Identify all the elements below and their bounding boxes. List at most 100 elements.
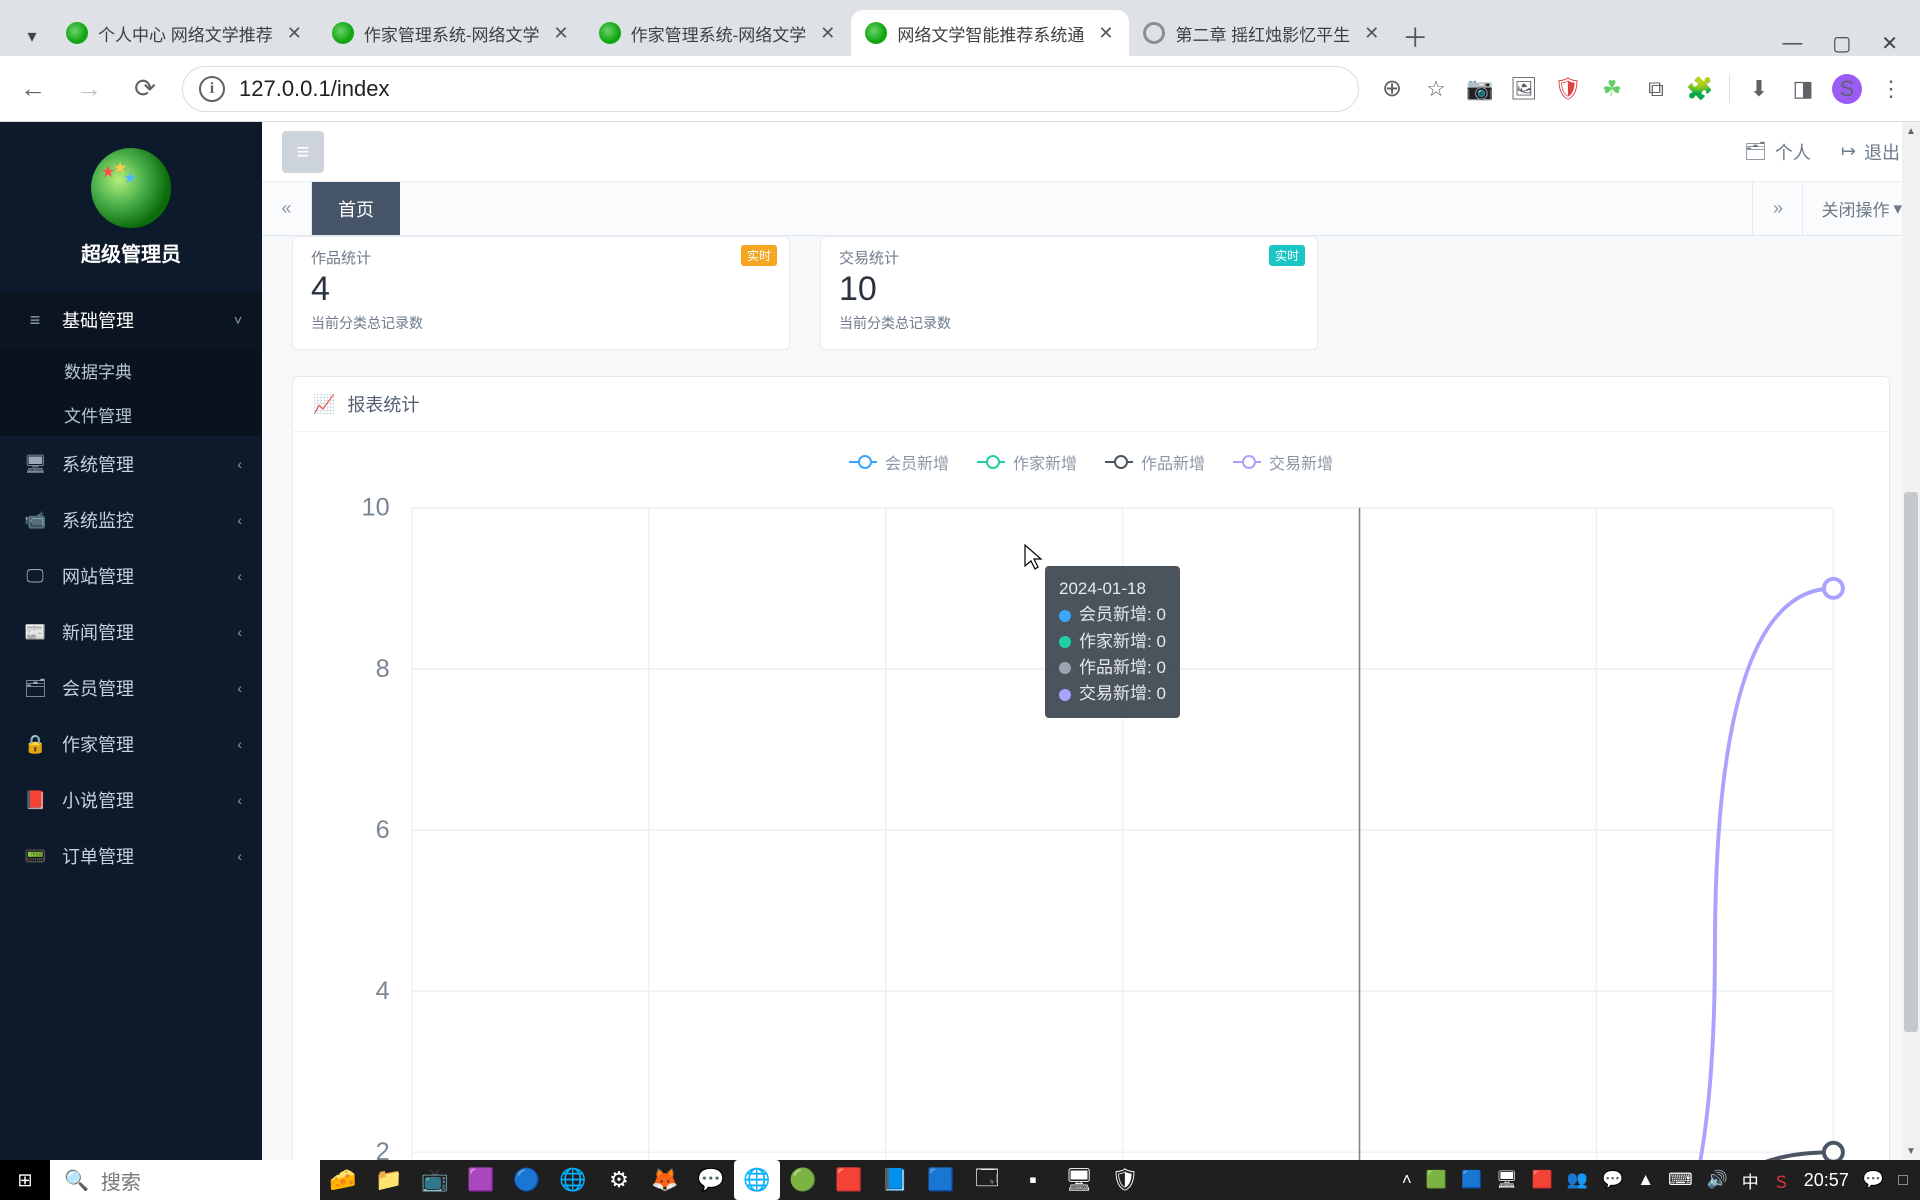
sidebar-item[interactable]: 🗂 会员管理 ‹ bbox=[0, 660, 262, 716]
tray-icon[interactable]: 🟦 bbox=[1461, 1170, 1482, 1190]
app-icon[interactable]: 🟥 bbox=[826, 1160, 872, 1200]
app-icon[interactable]: 🌐 bbox=[734, 1160, 780, 1200]
close-icon[interactable]: ✕ bbox=[554, 23, 569, 44]
close-icon[interactable]: ✕ bbox=[1364, 23, 1379, 44]
legend-item[interactable]: 会员新增 bbox=[849, 450, 949, 474]
forward-icon[interactable]: → bbox=[70, 70, 108, 108]
sidebar-item[interactable]: ≡ 基础管理 ˅ bbox=[0, 292, 262, 348]
ime-indicator[interactable]: 中 bbox=[1742, 1168, 1759, 1193]
tabs-dropdown-icon[interactable]: ▾ bbox=[12, 16, 52, 56]
legend-item[interactable]: 作家新增 bbox=[977, 450, 1077, 474]
taskbar-search[interactable]: 🔍 搜索 bbox=[50, 1160, 320, 1200]
app-icon[interactable]: 📺 bbox=[412, 1160, 458, 1200]
app-icon[interactable]: 🗔 bbox=[964, 1160, 1010, 1200]
browser-tab-active[interactable]: 网络文学智能推荐系统通 ✕ bbox=[851, 10, 1129, 56]
zoom-icon[interactable]: ⊕ bbox=[1377, 74, 1407, 104]
profile-link[interactable]: 🗂 个人 bbox=[1744, 139, 1811, 165]
tray-chevron-icon[interactable]: ˄ bbox=[1402, 1170, 1412, 1190]
app-icon[interactable]: 🟦 bbox=[918, 1160, 964, 1200]
tab-home[interactable]: 首页 bbox=[312, 182, 400, 235]
app-icon[interactable]: 🦊 bbox=[642, 1160, 688, 1200]
sidebar-item[interactable]: 📹 系统监控 ‹ bbox=[0, 492, 262, 548]
maximize-icon[interactable]: ▢ bbox=[1832, 31, 1851, 56]
close-icon[interactable]: ✕ bbox=[1098, 23, 1113, 44]
sidebar-subitem[interactable]: 数据字典 bbox=[0, 348, 262, 392]
tray-icon[interactable]: 👥 bbox=[1567, 1170, 1588, 1190]
menu-icon: 📕 bbox=[24, 790, 46, 811]
browser-tab[interactable]: 个人中心 网络文学推荐 ✕ bbox=[52, 10, 318, 56]
browser-tab[interactable]: 作家管理系统-网络文学 ✕ bbox=[318, 10, 585, 56]
tray-icon[interactable]: 💬 bbox=[1602, 1170, 1623, 1190]
menu-label: 作家管理 bbox=[62, 731, 134, 757]
back-icon[interactable]: ← bbox=[14, 70, 52, 108]
app-icon[interactable]: 📁 bbox=[366, 1160, 412, 1200]
notifications-icon[interactable]: 💬 bbox=[1863, 1170, 1884, 1190]
profile-avatar[interactable]: S bbox=[1832, 74, 1862, 104]
tabs-next-icon[interactable]: » bbox=[1752, 182, 1802, 235]
id-card-icon: 🗂 bbox=[1744, 141, 1767, 162]
app-icon[interactable]: ▪ bbox=[1010, 1160, 1056, 1200]
sidebar-subitem[interactable]: 文件管理 bbox=[0, 392, 262, 436]
new-tab-button[interactable]: ＋ bbox=[1395, 16, 1435, 56]
card-value: 10 bbox=[839, 270, 1299, 309]
extensions-icon[interactable]: 🧩 bbox=[1685, 74, 1715, 104]
tray-icon[interactable]: 🖥 bbox=[1496, 1170, 1518, 1190]
menu-label: 基础管理 bbox=[62, 307, 134, 333]
legend-item[interactable]: 交易新增 bbox=[1233, 450, 1333, 474]
menu-icon[interactable]: ⋮ bbox=[1876, 74, 1906, 104]
address-bar[interactable]: i 127.0.0.1/index bbox=[182, 66, 1359, 112]
reload-icon[interactable]: ⟳ bbox=[126, 70, 164, 108]
hamburger-button[interactable]: ≡ bbox=[282, 131, 324, 173]
copy-icon[interactable]: ⧉ bbox=[1641, 74, 1671, 104]
app-icon[interactable]: 🟢 bbox=[780, 1160, 826, 1200]
sidebar-item[interactable]: 🖵 网站管理 ‹ bbox=[0, 548, 262, 604]
show-desktop[interactable] bbox=[1898, 1175, 1908, 1185]
app-icon[interactable]: 🧀 bbox=[320, 1160, 366, 1200]
browser-tab[interactable]: 第二章 摇红烛影忆平生 ✕ bbox=[1129, 10, 1395, 56]
chevron-icon: ‹ bbox=[237, 456, 242, 472]
logout-link[interactable]: ↦ 退出 bbox=[1841, 139, 1900, 165]
app-icon[interactable]: 📘 bbox=[872, 1160, 918, 1200]
tray-icon[interactable]: ▲ bbox=[1637, 1170, 1654, 1190]
minimize-icon[interactable]: ― bbox=[1782, 32, 1802, 55]
sidebar-item[interactable]: 📕 小说管理 ‹ bbox=[0, 772, 262, 828]
app-icon[interactable]: 🔵 bbox=[504, 1160, 550, 1200]
close-window-icon[interactable]: ✕ bbox=[1881, 31, 1898, 56]
app-icon[interactable]: 🛡 bbox=[1102, 1160, 1148, 1200]
menu-icon: 🖥 bbox=[24, 454, 46, 475]
sidebar-item[interactable]: 📟 订单管理 ‹ bbox=[0, 828, 262, 884]
tray-icon[interactable]: 🔊 bbox=[1707, 1170, 1728, 1190]
camera-icon[interactable]: 📷 bbox=[1465, 74, 1495, 104]
bookmark-icon[interactable]: ☆ bbox=[1421, 74, 1451, 104]
menu-icon: 🖵 bbox=[24, 566, 46, 587]
tray-icon[interactable]: 🟥 bbox=[1532, 1170, 1553, 1190]
taskbar-clock[interactable]: 20:57 bbox=[1804, 1170, 1849, 1191]
site-info-icon[interactable]: i bbox=[199, 76, 225, 102]
tabs-prev-icon[interactable]: « bbox=[262, 182, 312, 235]
shield-icon[interactable]: 🛡 bbox=[1553, 74, 1583, 104]
picture-icon[interactable]: 🖼 bbox=[1509, 74, 1539, 104]
close-icon[interactable]: ✕ bbox=[287, 23, 302, 44]
tray-icon[interactable]: Ｓ bbox=[1773, 1168, 1790, 1193]
start-button[interactable]: ⊞ bbox=[0, 1160, 50, 1200]
app-icon[interactable]: 💬 bbox=[688, 1160, 734, 1200]
legend-item[interactable]: 作品新增 bbox=[1105, 450, 1205, 474]
sidebar-icon[interactable]: ◨ bbox=[1788, 74, 1818, 104]
sidebar-item[interactable]: 🖥 系统管理 ‹ bbox=[0, 436, 262, 492]
app-icon[interactable]: 🖥 bbox=[1056, 1160, 1102, 1200]
tray-icon[interactable]: ⌨ bbox=[1668, 1170, 1693, 1190]
side-menu: ≡ 基础管理 ˅数据字典文件管理🖥 系统管理 ‹📹 系统监控 ‹🖵 网站管理 ‹… bbox=[0, 292, 262, 1160]
browser-tab[interactable]: 作家管理系统-网络文学 ✕ bbox=[585, 10, 852, 56]
ext-leaf-icon[interactable]: ☘ bbox=[1597, 74, 1627, 104]
close-icon[interactable]: ✕ bbox=[820, 23, 835, 44]
app-icon[interactable]: 🟪 bbox=[458, 1160, 504, 1200]
chart-icon: 📈 bbox=[313, 394, 335, 415]
app-icon[interactable]: ⚙ bbox=[596, 1160, 642, 1200]
app-icon[interactable]: 🌐 bbox=[550, 1160, 596, 1200]
sidebar-item[interactable]: 🔒 作家管理 ‹ bbox=[0, 716, 262, 772]
scrollbar[interactable]: ▲ ▼ bbox=[1902, 122, 1920, 1160]
tray-icon[interactable]: 🟩 bbox=[1426, 1170, 1447, 1190]
sidebar-item[interactable]: 📰 新闻管理 ‹ bbox=[0, 604, 262, 660]
menu-icon: 📟 bbox=[24, 846, 46, 867]
downloads-icon[interactable]: ⬇ bbox=[1744, 74, 1774, 104]
